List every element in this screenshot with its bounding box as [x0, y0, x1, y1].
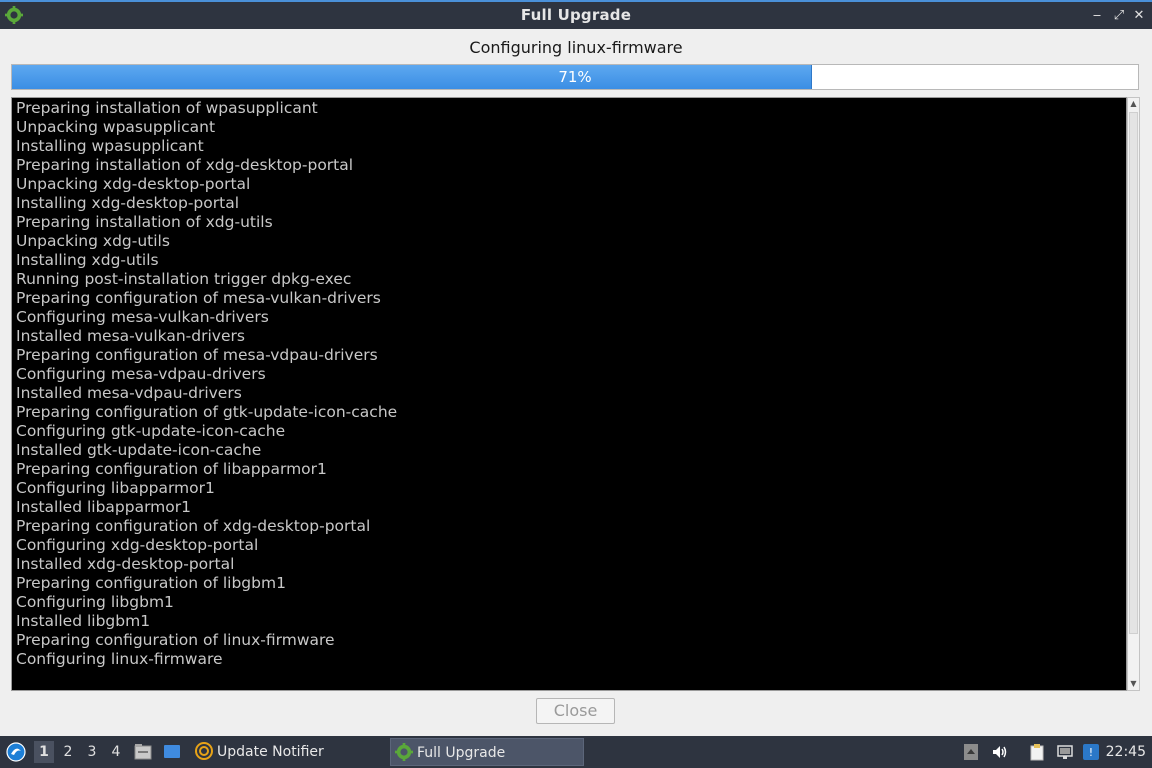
- log-line: Unpacking xdg-desktop-portal: [16, 175, 251, 193]
- log-line: Preparing configuration of xdg-desktop-p…: [16, 517, 371, 535]
- log-line: Configuring libgbm1: [16, 593, 174, 611]
- desktop-1-button[interactable]: 1: [34, 741, 54, 763]
- scroll-down-arrow-icon[interactable]: ▼: [1128, 678, 1139, 690]
- log-line: Configuring mesa-vdpau-drivers: [16, 365, 266, 383]
- update-notifier-icon: [195, 742, 213, 760]
- task-update-notifier[interactable]: Update Notifier: [191, 738, 381, 766]
- log-line: Preparing configuration of libapparmor1: [16, 460, 327, 478]
- svg-text:!: !: [1089, 746, 1093, 759]
- log-line: Running post-installation trigger dpkg-e…: [16, 270, 352, 288]
- desktop-3-button[interactable]: 3: [82, 741, 102, 763]
- log-output[interactable]: Preparing installation of wpasupplicant U…: [11, 97, 1127, 691]
- log-line: Installed mesa-vulkan-drivers: [16, 327, 245, 345]
- desktop-2-button[interactable]: 2: [58, 741, 78, 763]
- volume-icon[interactable]: [991, 743, 1009, 761]
- task-full-upgrade[interactable]: Full Upgrade: [390, 738, 584, 766]
- task-label: Full Upgrade: [417, 745, 506, 761]
- scroll-up-arrow-icon[interactable]: ▲: [1128, 98, 1139, 110]
- log-line: Unpacking xdg-utils: [16, 232, 170, 250]
- log-line: Preparing configuration of libgbm1: [16, 574, 286, 592]
- log-line: Installed libgbm1: [16, 612, 151, 630]
- network-icon[interactable]: [1056, 743, 1074, 761]
- progress-label: 71%: [558, 68, 592, 86]
- tray-arrow-icon[interactable]: [962, 743, 980, 761]
- scrollbar-thumb[interactable]: [1129, 112, 1138, 634]
- notification-icon[interactable]: !: [1082, 743, 1100, 761]
- log-line: Unpacking wpasupplicant: [16, 118, 216, 136]
- maximize-button[interactable]: ⤢: [1110, 7, 1128, 25]
- log-line: Configuring gtk-update-icon-cache: [16, 422, 286, 440]
- task-label: Update Notifier: [217, 744, 324, 760]
- log-line: Preparing installation of xdg-desktop-po…: [16, 156, 354, 174]
- desktop-4-button[interactable]: 4: [106, 741, 126, 763]
- window-title: Full Upgrade: [520, 6, 632, 24]
- file-manager-icon[interactable]: [134, 743, 152, 761]
- log-line: Preparing installation of wpasupplicant: [16, 99, 318, 117]
- log-line: Configuring libapparmor1: [16, 479, 215, 497]
- log-line: Installing xdg-utils: [16, 251, 159, 269]
- taskbar: 1 2 3 4 Update Notifier Full Upgrade ! 2…: [0, 736, 1152, 768]
- log-line: Installing xdg-desktop-portal: [16, 194, 239, 212]
- log-line: Installing wpasupplicant: [16, 137, 204, 155]
- close-button[interactable]: Close: [536, 698, 615, 724]
- log-line: Configuring mesa-vulkan-drivers: [16, 308, 269, 326]
- window-titlebar[interactable]: Full Upgrade ‒ ⤢ ✕: [0, 0, 1152, 29]
- log-scrollbar[interactable]: ▲ ▼: [1127, 97, 1140, 691]
- status-message: Configuring linux-firmware: [469, 38, 683, 57]
- log-line: Preparing configuration of linux-firmwar…: [16, 631, 335, 649]
- clipboard-icon[interactable]: [1028, 743, 1046, 761]
- log-line: Installed libapparmor1: [16, 498, 192, 516]
- log-line: Installed xdg-desktop-portal: [16, 555, 235, 573]
- clock[interactable]: 22:45: [1106, 736, 1146, 768]
- log-line: Configuring linux-firmware: [16, 650, 223, 668]
- log-line: Installed mesa-vdpau-drivers: [16, 384, 242, 402]
- gear-icon: [395, 743, 413, 761]
- close-window-button[interactable]: ✕: [1130, 7, 1148, 25]
- log-line: Preparing configuration of gtk-update-ic…: [16, 403, 398, 421]
- log-line: Preparing configuration of mesa-vdpau-dr…: [16, 346, 378, 364]
- log-line: Configuring xdg-desktop-portal: [16, 536, 259, 554]
- log-line: Preparing installation of xdg-utils: [16, 213, 273, 231]
- lubuntu-logo-icon[interactable]: [6, 742, 26, 762]
- log-line: Preparing configuration of mesa-vulkan-d…: [16, 289, 381, 307]
- minimize-button[interactable]: ‒: [1088, 7, 1106, 25]
- progress-bar: 71%: [11, 64, 1139, 90]
- show-desktop-icon[interactable]: [163, 743, 181, 761]
- log-line: Installed gtk-update-icon-cache: [16, 441, 262, 459]
